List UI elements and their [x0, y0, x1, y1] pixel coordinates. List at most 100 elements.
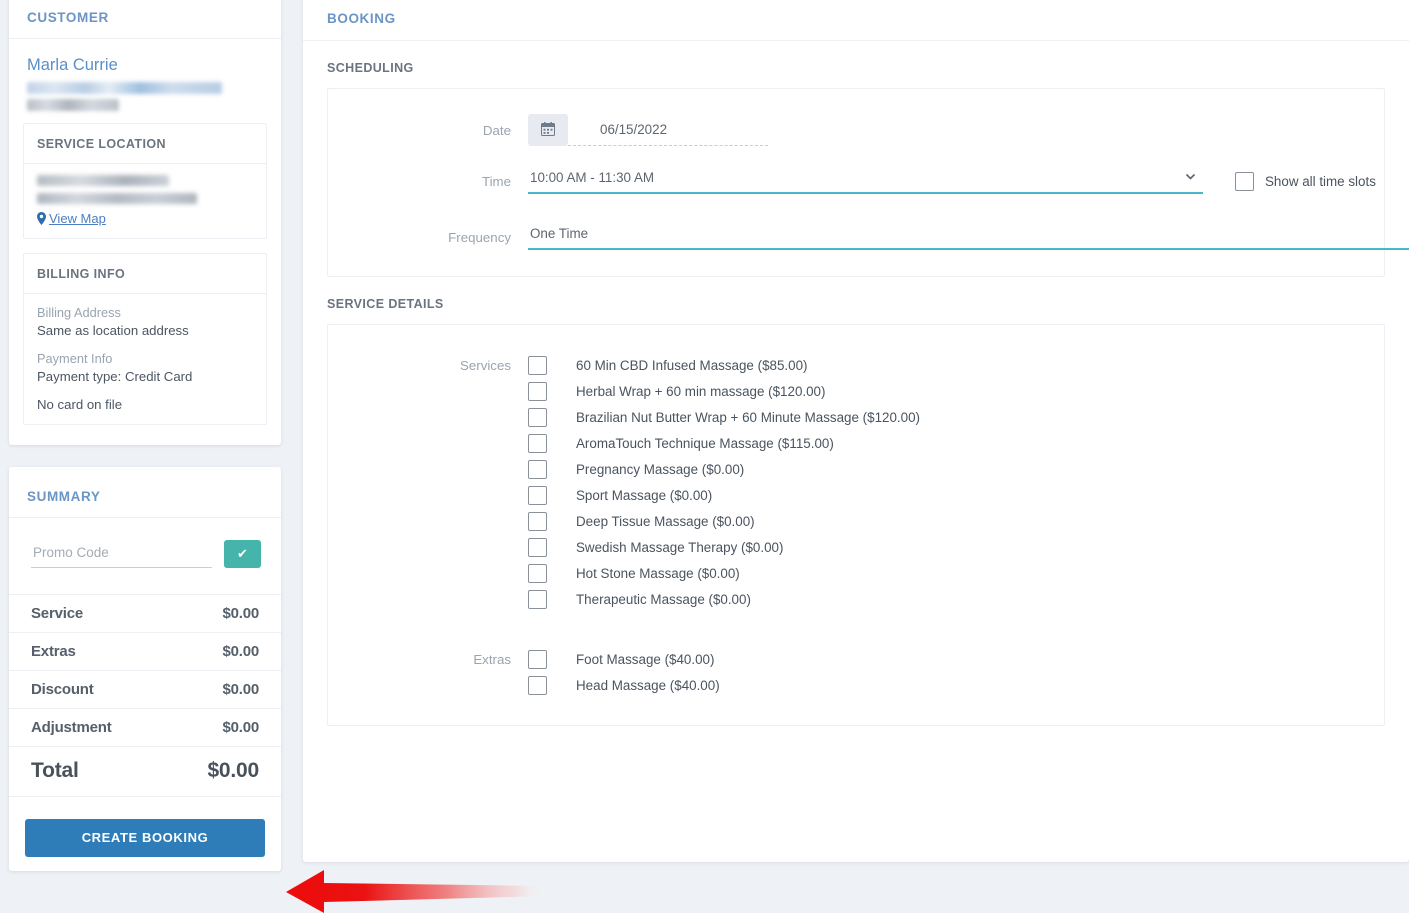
service-checkbox[interactable] — [528, 356, 547, 375]
service-checkbox[interactable] — [528, 486, 547, 505]
service-checkbox[interactable] — [528, 512, 547, 531]
scheduling-section: SCHEDULING Date 06/15/2022 Time 10:00 AM… — [327, 41, 1409, 277]
service-label: Therapeutic Massage ($0.00) — [576, 592, 751, 607]
summary-row-adjustment: Adjustment $0.00 — [9, 708, 281, 746]
summary-value: $0.00 — [222, 605, 259, 622]
summary-value: $0.00 — [222, 643, 259, 660]
service-label: Deep Tissue Massage ($0.00) — [576, 514, 755, 529]
view-map-link[interactable]: View Map — [37, 211, 253, 226]
date-label: Date — [482, 122, 511, 138]
service-row: AromaTouch Technique Massage ($115.00) — [328, 431, 1384, 457]
summary-row-extras: Extras $0.00 — [9, 632, 281, 670]
service-location-title: SERVICE LOCATION — [24, 124, 266, 164]
service-row: Services 60 Min CBD Infused Massage ($85… — [328, 353, 1384, 379]
summary-card-title: SUMMARY — [9, 467, 281, 518]
service-row: Swedish Massage Therapy ($0.00) — [328, 535, 1384, 561]
service-row: Therapeutic Massage ($0.00) — [328, 587, 1384, 613]
extras-spacer — [328, 613, 1384, 647]
service-checkbox[interactable] — [528, 590, 547, 609]
service-checkbox[interactable] — [528, 408, 547, 427]
service-row: Herbal Wrap + 60 min massage ($120.00) — [328, 379, 1384, 405]
time-row: Time 10:00 AM - 11:30 AM Show all time s… — [328, 168, 1384, 224]
calendar-icon — [541, 121, 555, 139]
left-sidebar: CUSTOMER Marla Currie SERVICE LOCATION V… — [0, 0, 290, 913]
service-checkbox[interactable] — [528, 460, 547, 479]
service-details-heading: SERVICE DETAILS — [327, 297, 444, 311]
service-row: Hot Stone Massage ($0.00) — [328, 561, 1384, 587]
billing-info-title: BILLING INFO — [24, 254, 266, 294]
service-checkbox[interactable] — [528, 434, 547, 453]
show-all-time-slots-label: Show all time slots — [1265, 173, 1376, 189]
extra-label: Foot Massage ($40.00) — [576, 652, 715, 667]
extra-checkbox[interactable] — [528, 676, 547, 695]
time-select-wrap: 10:00 AM - 11:30 AM — [528, 168, 1203, 194]
service-location-card: SERVICE LOCATION View Map — [23, 123, 267, 239]
billing-info-body: Billing Address Same as location address… — [24, 294, 266, 424]
create-booking-wrap: CREATE BOOKING — [9, 796, 281, 871]
time-select[interactable]: 10:00 AM - 11:30 AM — [528, 168, 1203, 194]
billing-info-card: BILLING INFO Billing Address Same as loc… — [23, 253, 267, 425]
frequency-field[interactable] — [528, 224, 1409, 250]
redacted-phone — [27, 99, 119, 111]
service-label: 60 Min CBD Infused Massage ($85.00) — [576, 358, 808, 373]
payment-info-label: Payment Info — [37, 351, 113, 366]
booking-title: BOOKING — [303, 0, 1409, 41]
date-row: Date 06/15/2022 — [328, 114, 1384, 168]
service-checkbox[interactable] — [528, 382, 547, 401]
date-value[interactable]: 06/15/2022 — [568, 116, 768, 146]
billing-address-value: Same as location address — [37, 323, 189, 338]
redacted-email — [27, 82, 222, 94]
service-details-box: Services 60 Min CBD Infused Massage ($85… — [327, 324, 1385, 726]
card-status: No card on file — [37, 397, 123, 412]
total-label: Total — [31, 759, 79, 782]
apply-promo-button[interactable]: ✔ — [224, 540, 261, 568]
service-row: Pregnancy Massage ($0.00) — [328, 457, 1384, 483]
extra-row: Extras Foot Massage ($40.00) — [328, 647, 1384, 673]
summary-label: Service — [31, 605, 83, 622]
service-label: Hot Stone Massage ($0.00) — [576, 566, 740, 581]
redacted-address-line-2 — [37, 193, 197, 204]
scheduling-heading: SCHEDULING — [327, 61, 414, 75]
booking-card: BOOKING SCHEDULING Date 06/15/2022 Time … — [303, 0, 1409, 862]
services-label: Services — [460, 358, 511, 373]
service-location-body: View Map — [24, 164, 266, 238]
service-label: Sport Massage ($0.00) — [576, 488, 713, 503]
service-row: Sport Massage ($0.00) — [328, 483, 1384, 509]
service-row: Deep Tissue Massage ($0.00) — [328, 509, 1384, 535]
show-all-time-slots-checkbox[interactable] — [1235, 171, 1254, 191]
summary-label: Adjustment — [31, 719, 112, 736]
customer-card: CUSTOMER Marla Currie SERVICE LOCATION V… — [9, 0, 281, 445]
create-booking-button[interactable]: CREATE BOOKING — [25, 819, 265, 857]
redacted-address-line-1 — [37, 175, 169, 186]
customer-name[interactable]: Marla Currie — [9, 39, 281, 79]
service-checkbox[interactable] — [528, 564, 547, 583]
calendar-icon-button[interactable] — [528, 114, 568, 146]
summary-row-discount: Discount $0.00 — [9, 670, 281, 708]
main-content: BOOKING SCHEDULING Date 06/15/2022 Time … — [290, 0, 1409, 913]
extra-row: Head Massage ($40.00) — [328, 673, 1384, 699]
promo-code-input[interactable] — [31, 543, 212, 568]
billing-address-label: Billing Address — [37, 305, 121, 320]
scheduling-body: Date 06/15/2022 Time 10:00 AM - 11:30 AM… — [328, 89, 1409, 276]
service-checkbox[interactable] — [528, 538, 547, 557]
service-label: AromaTouch Technique Massage ($115.00) — [576, 436, 834, 451]
service-details-body: Services 60 Min CBD Infused Massage ($85… — [328, 325, 1384, 725]
extra-checkbox[interactable] — [528, 650, 547, 669]
summary-row-service: Service $0.00 — [9, 594, 281, 632]
summary-card: SUMMARY ✔ Service $0.00 Extras $0.00 Dis… — [9, 467, 281, 871]
extras-label: Extras — [473, 652, 511, 667]
location-pin-icon — [37, 212, 46, 225]
service-label: Swedish Massage Therapy ($0.00) — [576, 540, 784, 555]
frequency-row: Frequency — [328, 224, 1409, 250]
service-row: Brazilian Nut Butter Wrap + 60 Minute Ma… — [328, 405, 1384, 431]
show-all-time-slots-row: Show all time slots — [1235, 171, 1376, 191]
promo-code-row: ✔ — [9, 518, 281, 594]
service-label: Herbal Wrap + 60 min massage ($120.00) — [576, 384, 826, 399]
service-details-section: SERVICE DETAILS Services 60 Min CBD Infu… — [327, 277, 1385, 726]
frequency-label: Frequency — [448, 229, 511, 245]
scheduling-box: Date 06/15/2022 Time 10:00 AM - 11:30 AM… — [327, 88, 1409, 277]
service-label: Brazilian Nut Butter Wrap + 60 Minute Ma… — [576, 410, 920, 425]
summary-label: Extras — [31, 643, 76, 660]
total-value: $0.00 — [207, 759, 259, 782]
booking-page: CUSTOMER Marla Currie SERVICE LOCATION V… — [0, 0, 1409, 913]
